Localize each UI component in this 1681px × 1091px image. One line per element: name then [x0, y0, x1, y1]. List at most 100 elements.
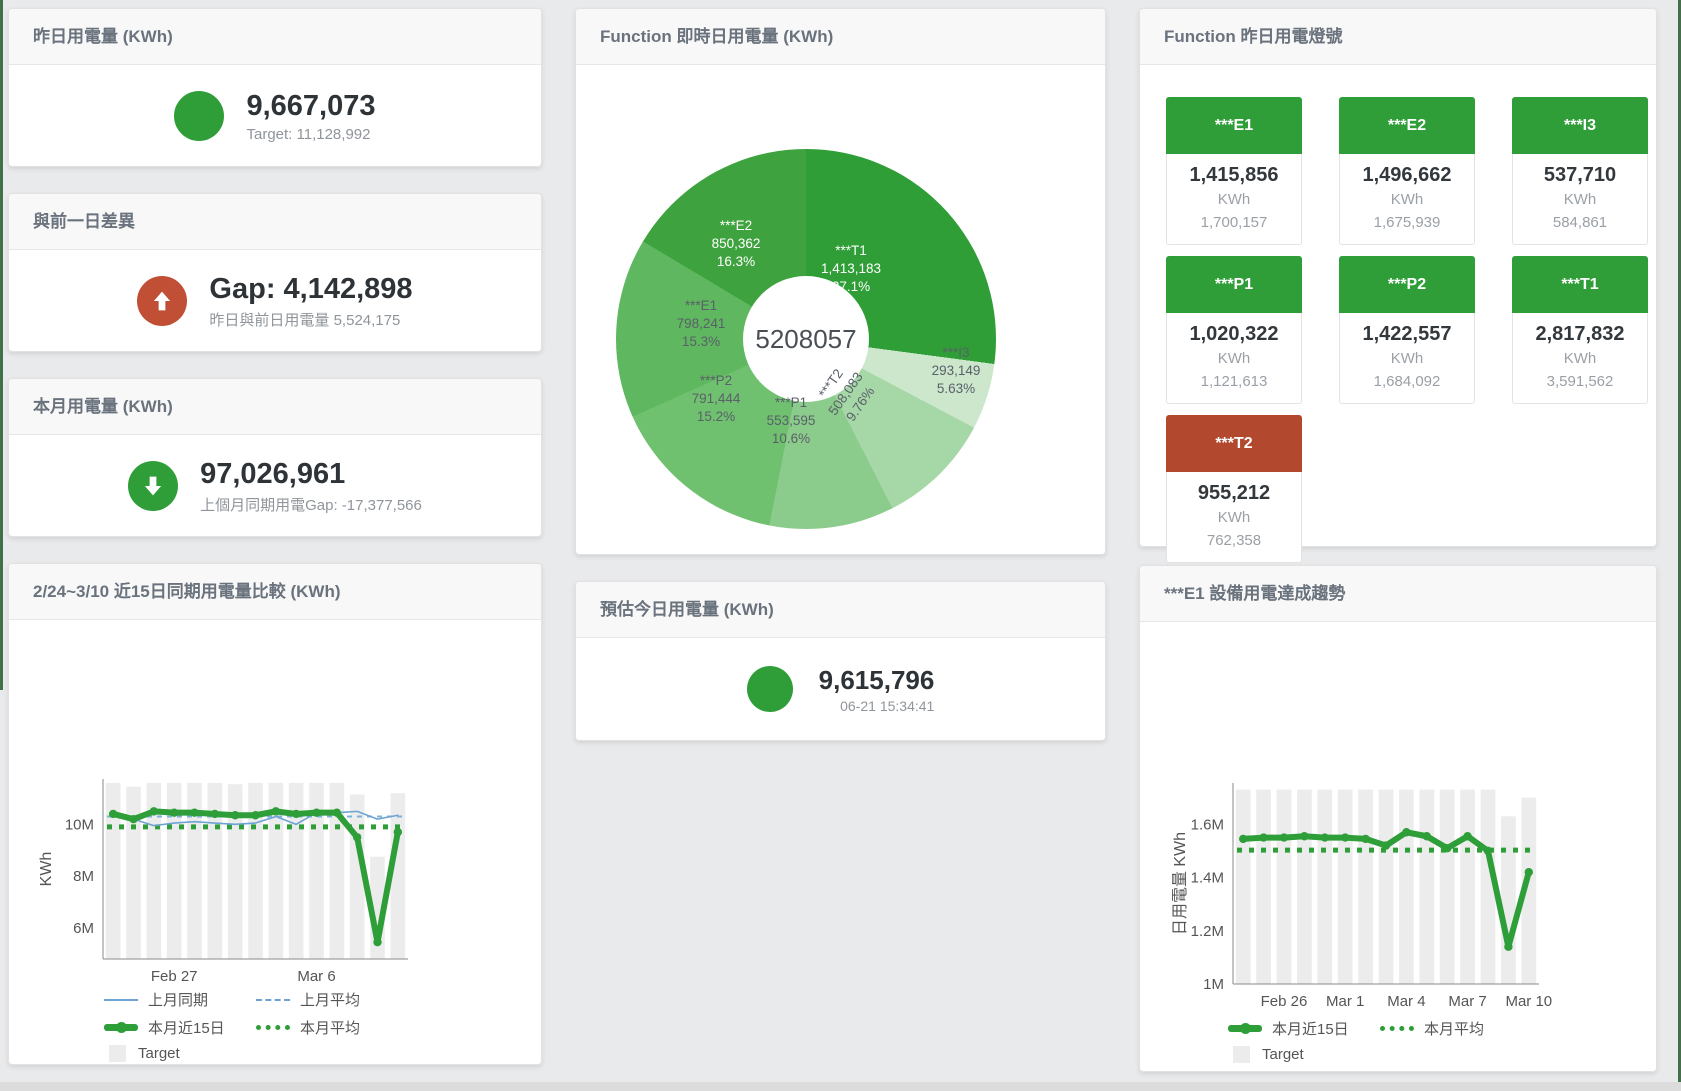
tile-label: ***T2 — [1166, 415, 1302, 472]
svg-text:Mar 7: Mar 7 — [1448, 993, 1486, 1010]
donut-slice-label: ***I3293,1495.63% — [932, 344, 981, 398]
tile-value: 1,020,322 — [1167, 321, 1301, 347]
arrow-up-icon — [137, 276, 187, 326]
donut-slice-label: ***P1553,59510.6% — [767, 394, 816, 448]
tile-label: ***P2 — [1339, 256, 1475, 313]
tile-label: ***E1 — [1166, 97, 1302, 154]
legend-item[interactable]: 本月近15日 — [104, 1017, 256, 1038]
svg-text:1.4M: 1.4M — [1191, 870, 1224, 887]
lamp-tile-grid: ***E1 1,415,856 KWh 1,700,157 ***E2 1,49… — [1140, 65, 1656, 563]
estimate-timestamp: 06-21 15:34:41 — [819, 698, 935, 714]
yesterday-value: 9,667,073 — [246, 89, 375, 123]
lamp-tile-e2[interactable]: ***E2 1,496,662 KWh 1,675,939 — [1339, 97, 1475, 245]
svg-text:1M: 1M — [1203, 976, 1224, 993]
donut-slice-label: ***P2791,44415.2% — [692, 372, 741, 426]
arrow-down-icon — [128, 461, 178, 511]
bar-swatch-icon — [109, 1045, 126, 1062]
svg-text:8M: 8M — [73, 868, 94, 885]
lamp-tile-i3[interactable]: ***I3 537,710 KWh 584,861 — [1512, 97, 1648, 245]
tile-target: 1,675,939 — [1340, 211, 1474, 234]
panel-title: 昨日用電量 (KWh) — [9, 9, 541, 65]
left-edge-strip — [0, 0, 3, 690]
legend-item[interactable]: 本月近15日 — [1228, 1018, 1380, 1039]
donut-chart[interactable]: 5208057 ***T11,413,18327.1%***I3293,1495… — [616, 149, 996, 529]
svg-text:日用電量 KWh: 日用電量 KWh — [1172, 832, 1189, 935]
tile-target: 1,684,092 — [1340, 370, 1474, 393]
tile-label: ***E2 — [1339, 97, 1475, 154]
tile-target: 1,700,157 — [1167, 211, 1301, 234]
tile-target: 762,358 — [1167, 529, 1301, 552]
month-value: 97,026,961 — [200, 457, 422, 491]
tile-target: 3,591,562 — [1513, 370, 1647, 393]
line-swatch-icon — [104, 999, 138, 1001]
svg-text:Mar 1: Mar 1 — [1326, 993, 1364, 1010]
donut-slice-label: ***E1798,24115.3% — [677, 297, 726, 351]
svg-text:10M: 10M — [65, 816, 94, 833]
lamp-tile-p2[interactable]: ***P2 1,422,557 KWh 1,684,092 — [1339, 256, 1475, 404]
panel-title: ***E1 設備用電達成趨勢 — [1140, 566, 1656, 622]
tile-label: ***I3 — [1512, 97, 1648, 154]
dashboard: 昨日用電量 (KWh) 9,667,073 Target: 11,128,992… — [0, 0, 1681, 1091]
tile-unit: KWh — [1167, 506, 1301, 529]
svg-text:Feb 27: Feb 27 — [151, 968, 198, 985]
panel-title: Function 昨日用電燈號 — [1140, 9, 1656, 65]
svg-text:Mar 4: Mar 4 — [1387, 993, 1425, 1010]
panel-lamp-status: Function 昨日用電燈號 ***E1 1,415,856 KWh 1,70… — [1139, 8, 1657, 547]
panel-title: 與前一日差異 — [9, 194, 541, 250]
lamp-tile-t2[interactable]: ***T2 955,212 KWh 762,358 — [1166, 415, 1302, 563]
tile-label: ***T1 — [1512, 256, 1648, 313]
panel-month-usage: 本月用電量 (KWh) 97,026,961 上個月同期用電Gap: -17,3… — [8, 378, 542, 537]
legend-item[interactable]: Target — [104, 1045, 256, 1062]
lamp-tile-p1[interactable]: ***P1 1,020,322 KWh 1,121,613 — [1166, 256, 1302, 404]
legend-item[interactable]: 本月平均 — [1380, 1018, 1532, 1039]
tile-value: 537,710 — [1513, 162, 1647, 188]
estimate-value: 9,615,796 — [819, 665, 935, 696]
tile-unit: KWh — [1513, 347, 1647, 370]
panel-e1-trend: ***E1 設備用電達成趨勢 1M1.2M1.4M1.6MFeb 26Mar 1… — [1139, 565, 1657, 1072]
svg-text:1.2M: 1.2M — [1191, 923, 1224, 940]
panel-realtime-donut: Function 即時日用電量 (KWh) 5208057 ***T11,413… — [575, 8, 1106, 555]
panel-title: 本月用電量 (KWh) — [9, 379, 541, 435]
bottom-scrollbar[interactable] — [0, 1082, 1681, 1091]
legend-item[interactable]: Target — [1228, 1046, 1380, 1063]
tile-value: 1,496,662 — [1340, 162, 1474, 188]
status-circle-icon — [174, 91, 224, 141]
dotted-swatch-icon — [1380, 1026, 1414, 1031]
legend-item[interactable]: 上月平均 — [256, 989, 408, 1010]
svg-text:KWh: KWh — [38, 852, 55, 887]
legend-item[interactable]: 上月同期 — [104, 989, 256, 1010]
svg-text:Mar 6: Mar 6 — [297, 968, 335, 985]
comparison-chart[interactable]: 6M8M10MFeb 27Mar 6KWh — [9, 759, 541, 994]
svg-text:Mar 10: Mar 10 — [1505, 993, 1552, 1010]
tile-value: 1,422,557 — [1340, 321, 1474, 347]
tile-label: ***P1 — [1166, 256, 1302, 313]
dotted-swatch-icon — [256, 1025, 290, 1030]
tile-unit: KWh — [1513, 188, 1647, 211]
tile-target: 1,121,613 — [1167, 370, 1301, 393]
month-subtext: 上個月同期用電Gap: -17,377,566 — [200, 494, 422, 515]
tile-value: 2,817,832 — [1513, 321, 1647, 347]
dashed-swatch-icon — [256, 999, 290, 1001]
lamp-tile-e1[interactable]: ***E1 1,415,856 KWh 1,700,157 — [1166, 97, 1302, 245]
tile-unit: KWh — [1167, 188, 1301, 211]
panel-today-estimate: 預估今日用電量 (KWh) 9,615,796 06-21 15:34:41 — [575, 581, 1106, 741]
tile-unit: KWh — [1340, 188, 1474, 211]
svg-text:Feb 26: Feb 26 — [1261, 993, 1308, 1010]
legend-item[interactable]: 本月平均 — [256, 1017, 408, 1038]
tile-value: 1,415,856 — [1167, 162, 1301, 188]
bar-swatch-icon — [1233, 1046, 1250, 1063]
gap-value: Gap: 4,142,898 — [209, 272, 412, 306]
tile-target: 584,861 — [1513, 211, 1647, 234]
comparison-legend: 上月同期 上月平均 本月近15日 本月平均 Target — [104, 989, 408, 1069]
tile-unit: KWh — [1167, 347, 1301, 370]
panel-day-gap: 與前一日差異 Gap: 4,142,898 昨日與前日用電量 5,524,175 — [8, 193, 542, 352]
e1-trend-chart[interactable]: 1M1.2M1.4M1.6MFeb 26Mar 1Mar 4Mar 7Mar 1… — [1140, 763, 1656, 1013]
panel-yesterday-usage: 昨日用電量 (KWh) 9,667,073 Target: 11,128,992 — [8, 8, 542, 167]
tile-unit: KWh — [1340, 347, 1474, 370]
panel-title: Function 即時日用電量 (KWh) — [576, 9, 1105, 65]
thick-line-swatch-icon — [104, 1024, 138, 1031]
yesterday-target: Target: 11,128,992 — [246, 126, 375, 143]
panel-title: 2/24~3/10 近15日同期用電量比較 (KWh) — [9, 564, 541, 620]
gap-subtext: 昨日與前日用電量 5,524,175 — [209, 309, 412, 330]
lamp-tile-t1[interactable]: ***T1 2,817,832 KWh 3,591,562 — [1512, 256, 1648, 404]
